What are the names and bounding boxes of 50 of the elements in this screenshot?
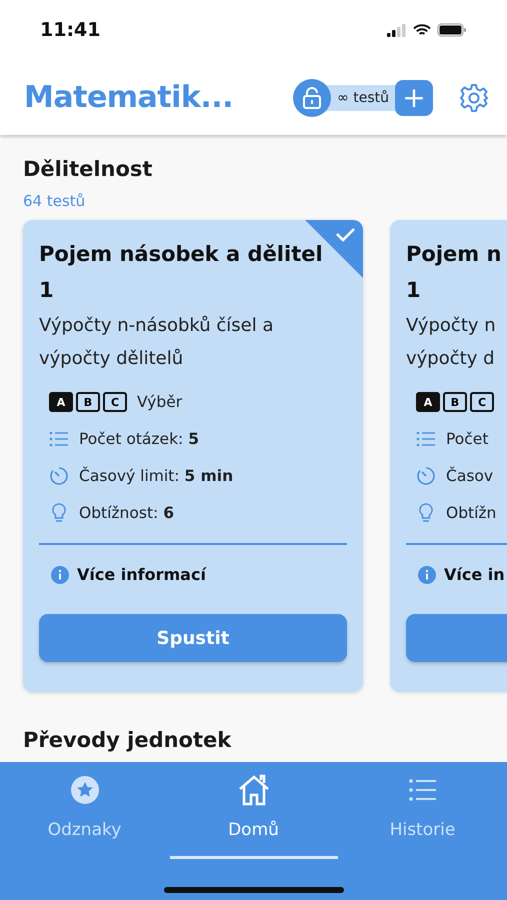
answer-letter: C: [470, 392, 494, 412]
wifi-icon: [413, 24, 431, 36]
answer-letter: A: [49, 392, 73, 412]
question-type: Výběr: [137, 393, 182, 411]
list-icon: [49, 431, 69, 447]
stat-text: Počet otázek: 5: [79, 430, 200, 448]
stat-text: Časov: [446, 467, 494, 485]
test-title: 1: [39, 277, 55, 304]
stat-text: Obtížn: [446, 504, 496, 522]
info-icon: [418, 566, 436, 584]
test-title: 1: [406, 277, 422, 304]
status-time: 11:41: [40, 19, 100, 41]
section-title: Převody jednotek: [23, 728, 232, 752]
test-description: výpočty d: [406, 347, 496, 371]
nav-tab[interactable]: Domů: [169, 762, 338, 900]
battery-icon: [437, 23, 467, 37]
signal-icon: [387, 24, 407, 36]
timer-icon: [49, 466, 69, 486]
answer-letter: B: [76, 392, 100, 412]
test-description: Výpočty n-násobků čísel a: [39, 314, 275, 338]
more-info-link[interactable]: Více informací: [77, 565, 206, 584]
lightbulb-icon: [49, 502, 69, 524]
stat-text: Časový limit: 5 min: [79, 467, 234, 485]
settings-icon[interactable]: [459, 82, 489, 112]
start-button[interactable]: Spustit: [39, 614, 347, 662]
stat-text: Obtížnost: 6: [79, 504, 174, 522]
list-icon: [416, 431, 436, 447]
nav-tab[interactable]: Odznaky: [0, 762, 169, 900]
unlock-button[interactable]: [293, 78, 332, 116]
test-description: výpočty dělitelů: [39, 347, 184, 371]
timer-icon: [416, 466, 436, 486]
answer-letter: C: [103, 392, 127, 412]
home-icon: [236, 774, 270, 806]
star-badge-icon: [70, 775, 100, 805]
nav-tab[interactable]: Historie: [338, 762, 507, 900]
add-button[interactable]: +: [395, 80, 433, 116]
test-title: Pojem násobek a dělitel: [39, 241, 324, 268]
list-icon: [408, 778, 438, 802]
section-title: Dělitelnost: [23, 157, 154, 181]
stat-text: Počet: [446, 430, 488, 448]
unlocked-padlock-icon: [302, 86, 322, 108]
lightbulb-icon: [416, 502, 436, 524]
info-icon: [51, 566, 69, 584]
answer-letter: B: [443, 392, 467, 412]
test-title: Pojem n: [406, 241, 502, 268]
test-count: 64 testů: [23, 192, 86, 210]
test-description: Výpočty n: [406, 314, 497, 338]
more-info-link[interactable]: Více in: [444, 565, 505, 584]
app-title: Matematik...: [24, 80, 234, 115]
answer-letter: A: [416, 392, 440, 412]
